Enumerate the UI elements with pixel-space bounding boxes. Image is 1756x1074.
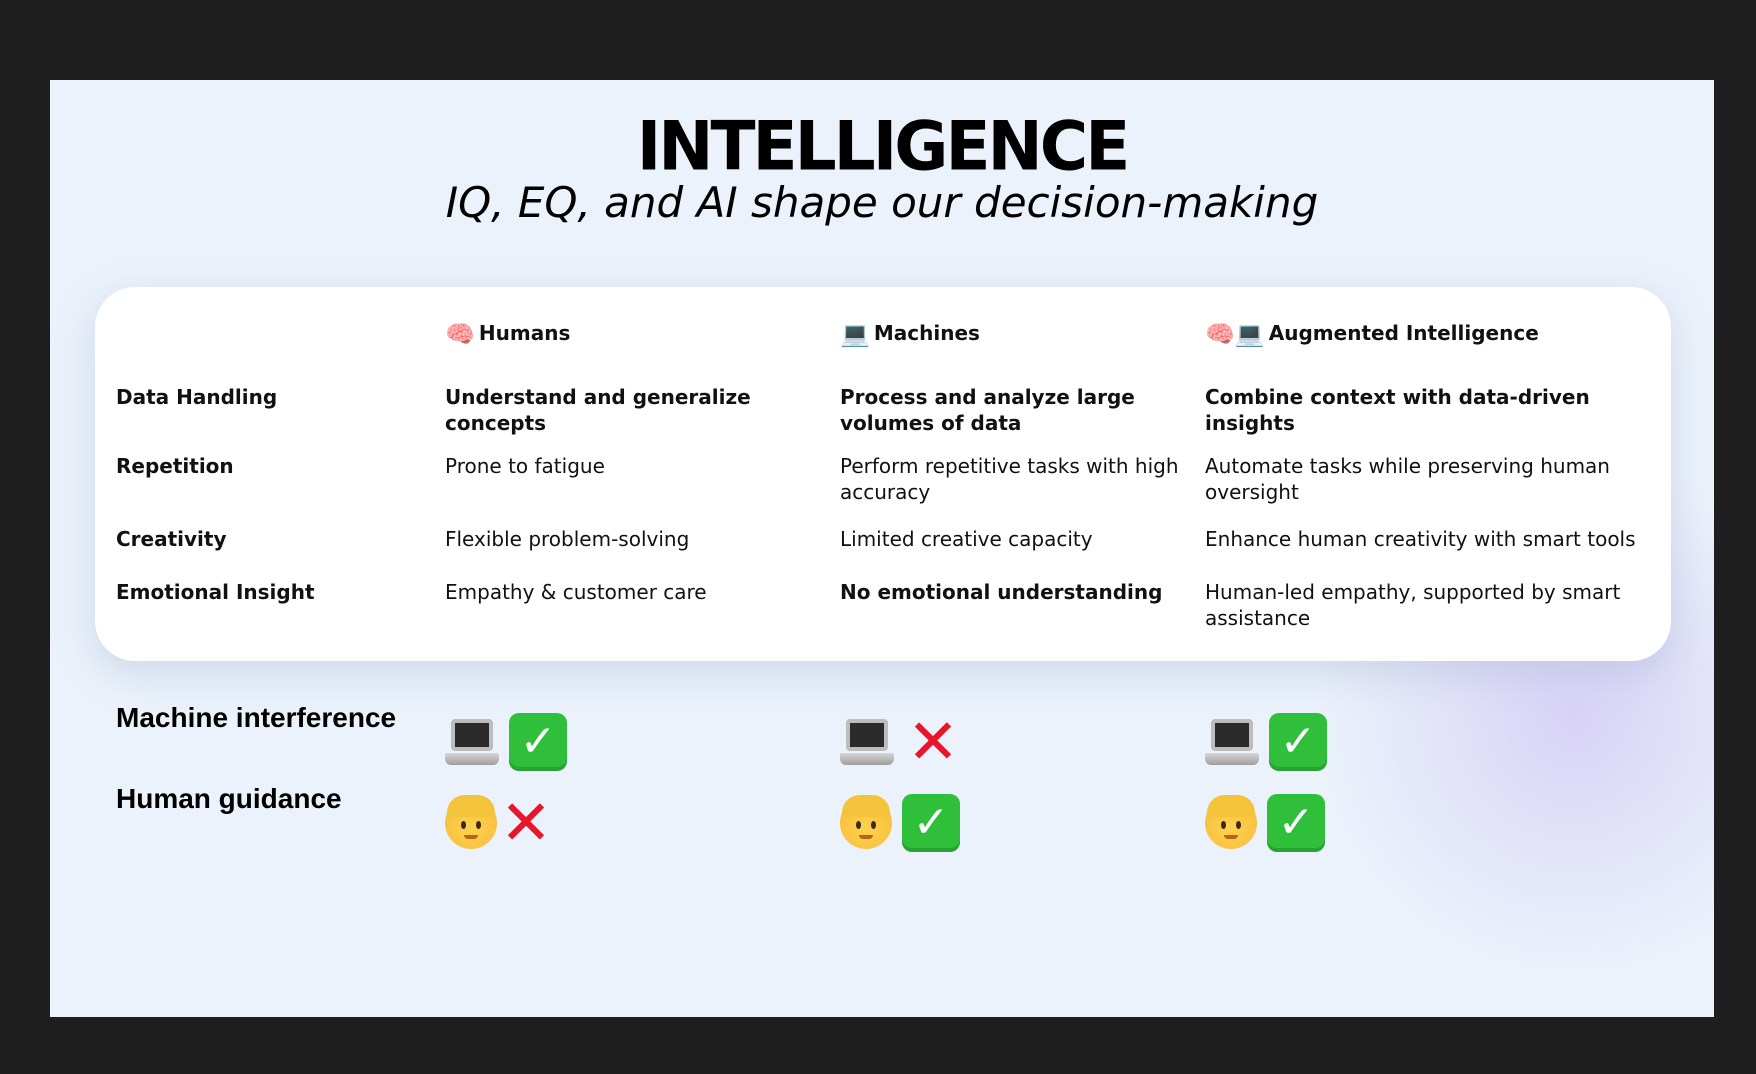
indicator-pair: ✓: [1205, 713, 1327, 771]
human-guidance-label: Human guidance: [116, 783, 342, 814]
indicator-pair: ✓: [840, 794, 960, 852]
check-icon: ✓: [1267, 794, 1325, 852]
brain-laptop-icon: 🧠💻: [1205, 320, 1265, 348]
person-icon: [840, 795, 892, 849]
check-icon: ✓: [1269, 713, 1327, 771]
column-header-machines: 💻 Machines: [840, 320, 980, 348]
brain-icon: 🧠: [445, 320, 475, 348]
row-label-creativity: Creativity: [116, 527, 227, 551]
cell-machines-data-handling: Process and analyze large volumes of dat…: [840, 385, 1135, 435]
cell-humans-repetition: Prone to fatigue: [445, 454, 605, 478]
check-icon: ✓: [902, 794, 960, 852]
person-icon: [1205, 795, 1257, 849]
column-header-augmented: 🧠💻 Augmented Intelligence: [1205, 320, 1539, 348]
cell-augmented-data-handling: Combine context with data-driven insight…: [1205, 385, 1590, 435]
cell-machines-repetition: Perform repetitive tasks with high accur…: [840, 454, 1179, 504]
cell-humans-emotional-insight: Empathy & customer care: [445, 580, 707, 604]
laptop-icon: 💻: [840, 320, 870, 348]
laptop-icon: [1205, 715, 1259, 769]
cell-humans-data-handling: Understand and generalize concepts: [445, 385, 751, 435]
laptop-icon: [445, 715, 499, 769]
comparison-table: 🧠 Humans 💻 Machines 🧠💻 Augmented Intelligen…: [95, 287, 1671, 661]
cell-humans-creativity: Flexible problem-solving: [445, 527, 690, 551]
row-label-emotional-insight: Emotional Insight: [116, 580, 315, 604]
column-header-humans: 🧠 Humans: [445, 320, 571, 348]
machine-interference-label: Machine interference: [116, 702, 397, 733]
row-label-repetition: Repetition: [116, 454, 234, 478]
laptop-icon: [840, 715, 894, 769]
cell-augmented-repetition: Automate tasks while preserving human ov…: [1205, 454, 1610, 504]
cell-machines-creativity: Limited creative capacity: [840, 527, 1093, 551]
check-icon: ✓: [509, 713, 567, 771]
person-icon: [445, 795, 497, 849]
page-subtitle: IQ, EQ, and AI shape our decision-making: [445, 178, 1319, 227]
cell-augmented-emotional-insight: Human-led empathy, supported by smart as…: [1205, 580, 1621, 630]
indicator-pair: ✕: [445, 786, 555, 859]
indicator-pair: ✓: [1205, 794, 1325, 852]
row-label-data-handling: Data Handling: [116, 385, 278, 409]
cross-icon: ✕: [500, 786, 552, 859]
cell-machines-emotional-insight: No emotional understanding: [840, 580, 1163, 604]
indicator-pair: ✕: [840, 705, 962, 778]
cross-icon: ✕: [907, 705, 959, 778]
cell-augmented-creativity: Enhance human creativity with smart tool…: [1205, 527, 1636, 551]
slide: INTELLIGENCE IQ, EQ, and AI shape our de…: [50, 80, 1714, 1017]
indicator-pair: ✓: [445, 713, 567, 771]
page-title: INTELLIGENCE: [636, 107, 1131, 186]
